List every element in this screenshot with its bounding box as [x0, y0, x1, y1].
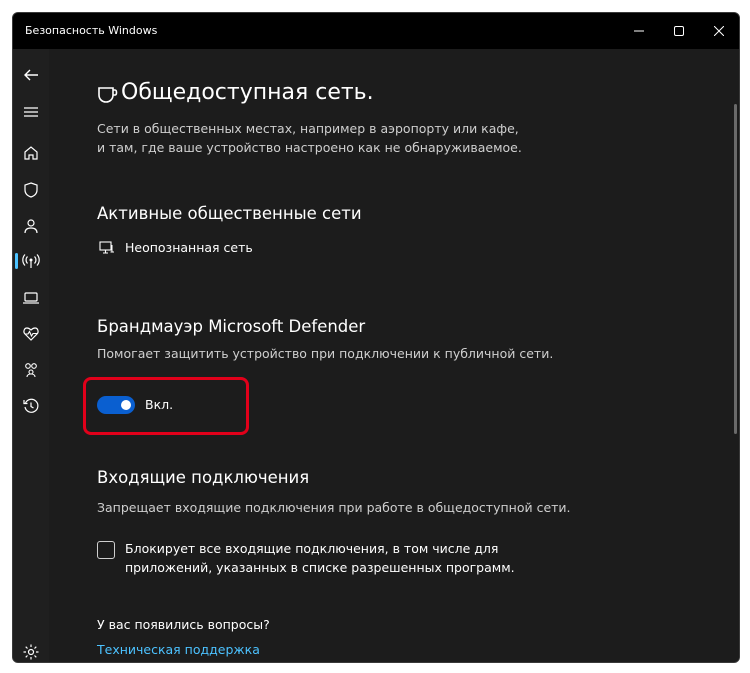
heart-pulse-icon	[23, 327, 39, 341]
active-networks-title: Активные общественные сети	[97, 204, 362, 223]
shield-icon	[24, 182, 38, 198]
incoming-title: Входящие подключения	[97, 468, 310, 487]
history-icon	[23, 398, 39, 413]
sidebar-item-settings[interactable]	[19, 640, 43, 662]
firewall-toggle-label: Вкл.	[145, 397, 174, 412]
home-icon	[24, 146, 38, 160]
sidebar-item-history[interactable]	[19, 394, 43, 418]
sidebar-item-account[interactable]	[19, 214, 43, 238]
maximize-icon	[674, 26, 684, 36]
title-bar: Безопасность Windows	[13, 13, 739, 49]
network-name: Неопознанная сеть	[125, 240, 253, 255]
network-computer-icon	[99, 240, 114, 254]
firewall-toggle[interactable]	[97, 396, 135, 414]
coffee-cup-icon	[98, 87, 118, 103]
sidebar	[13, 49, 49, 662]
sidebar-item-device-health[interactable]	[19, 322, 43, 346]
laptop-icon	[23, 292, 39, 304]
app-window: Безопасность Windows Общедоступная сеть.…	[12, 12, 740, 663]
main-content: Общедоступная сеть. Сети в общественных …	[49, 49, 739, 662]
hamburger-menu-icon	[24, 107, 38, 117]
window-title: Безопасность Windows	[25, 24, 158, 37]
family-icon	[25, 363, 37, 378]
wireless-antenna-icon	[22, 254, 40, 268]
page-title: Общедоступная сеть.	[121, 80, 374, 105]
close-icon	[714, 26, 724, 36]
minimize-icon	[634, 30, 644, 32]
sidebar-item-app-browser[interactable]	[19, 286, 43, 310]
menu-button[interactable]	[19, 100, 43, 124]
sidebar-item-firewall[interactable]	[19, 249, 43, 273]
scrollbar[interactable]	[734, 104, 737, 434]
back-arrow-icon	[24, 69, 38, 81]
sidebar-item-family[interactable]	[19, 358, 43, 382]
block-incoming-checkbox[interactable]	[97, 541, 115, 559]
gear-icon	[23, 644, 39, 660]
network-row: Неопознанная сеть	[99, 240, 253, 255]
close-button[interactable]	[699, 13, 739, 49]
support-link[interactable]: Техническая поддержка	[97, 642, 260, 657]
page-description: Сети в общественных местах, например в а…	[97, 121, 522, 155]
maximize-button[interactable]	[659, 13, 699, 49]
back-button[interactable]	[19, 63, 43, 87]
block-incoming-label: Блокирует все входящие подключения, в то…	[125, 541, 515, 575]
toggle-knob	[121, 400, 131, 410]
person-icon	[24, 219, 38, 234]
active-indicator	[15, 253, 18, 269]
minimize-button[interactable]	[619, 13, 659, 49]
incoming-subtitle: Запрещает входящие подключения при работ…	[97, 500, 571, 515]
sidebar-item-virus-protection[interactable]	[19, 178, 43, 202]
firewall-subtitle: Помогает защитить устройство при подключ…	[97, 346, 554, 361]
sidebar-item-home[interactable]	[19, 141, 43, 165]
firewall-title: Брандмауэр Microsoft Defender	[97, 317, 366, 336]
help-question: У вас появились вопросы?	[97, 617, 270, 632]
